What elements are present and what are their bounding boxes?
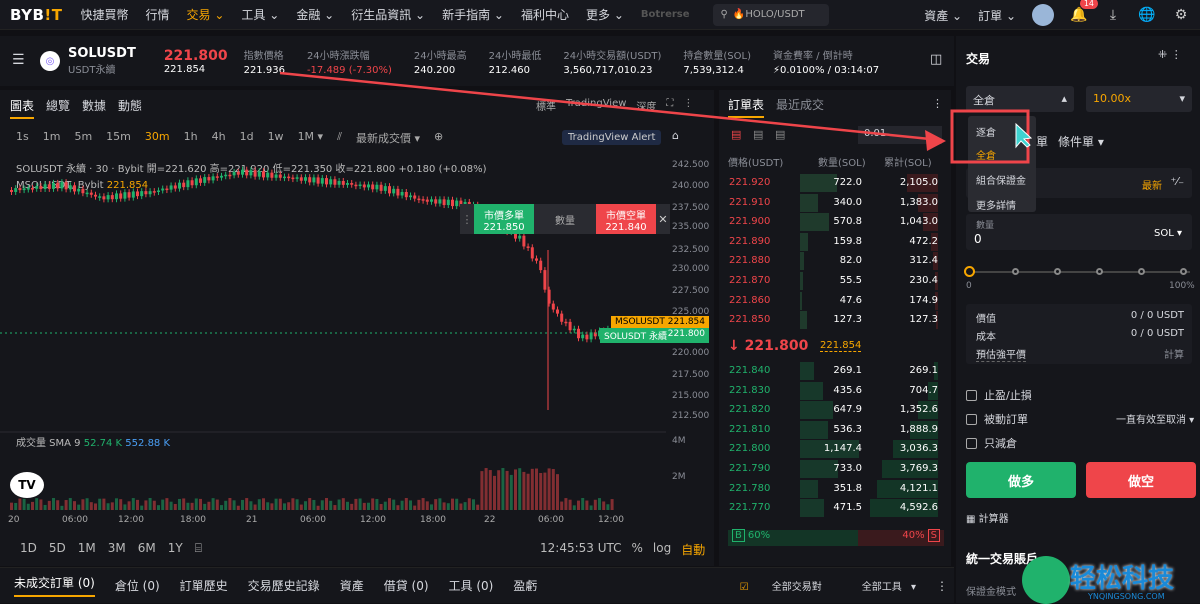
annotation-overlay [279, 71, 1033, 164]
tab-pnl[interactable]: 盈虧 [513, 577, 537, 594]
watermark-logo [1022, 556, 1070, 604]
annotation-arrowhead [925, 130, 946, 151]
all-tools-select[interactable]: 全部工具 ▾ [848, 578, 916, 593]
bottom-more-icon[interactable]: ⋮ [936, 579, 948, 593]
tab-order-history[interactable]: 訂單歷史 [180, 577, 228, 594]
tab-trade-history[interactable]: 交易歷史記錄 [248, 577, 320, 594]
tab-open-orders[interactable]: 未成交訂單 (0) [14, 574, 95, 597]
watermark-url: YNQINGSONG.COM [1088, 592, 1165, 601]
tab-tools[interactable]: 工具 (0) [449, 577, 494, 594]
tab-positions[interactable]: 倉位 (0) [115, 577, 160, 594]
all-pairs-checkbox[interactable]: ☑ 全部交易對 [726, 578, 828, 593]
tab-assets[interactable]: 資產 [340, 577, 364, 594]
annotation-arrow [279, 71, 941, 142]
bottom-tabs: 未成交訂單 (0) 倉位 (0) 訂單歷史 交易歷史記錄 資產 借貸 (0) 工… [0, 567, 954, 603]
watermark-text: 轻松科技 [1070, 564, 1175, 594]
tab-borrow[interactable]: 借貸 (0) [384, 577, 429, 594]
